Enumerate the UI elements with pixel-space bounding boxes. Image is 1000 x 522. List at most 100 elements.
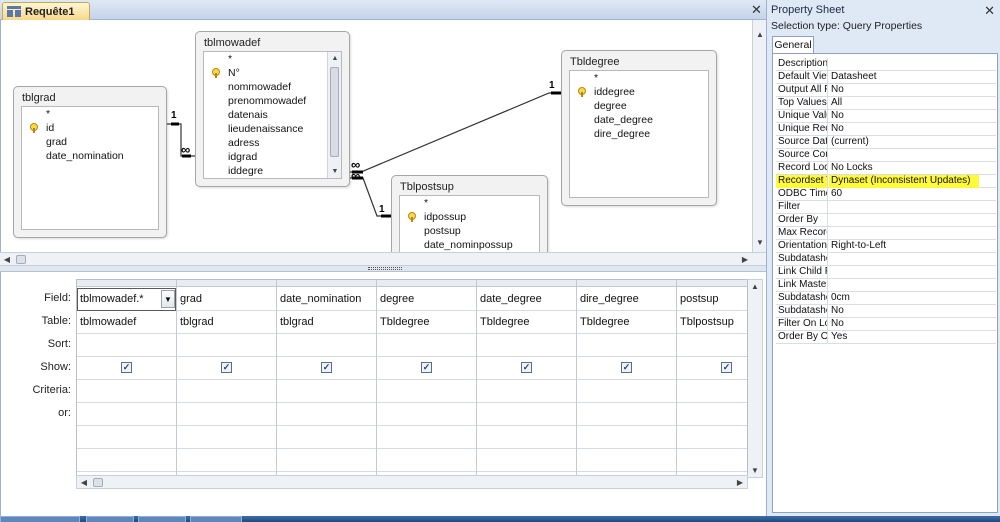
scroll-thumb[interactable] <box>93 478 103 487</box>
scroll-right-arrow-icon[interactable]: ▶ <box>733 476 747 489</box>
field-cell[interactable]: postsup <box>677 288 747 311</box>
taskbar-item[interactable] <box>190 516 242 522</box>
design-grid-pane[interactable]: Field: Table: Sort: Show: Criteria: or: … <box>0 272 766 516</box>
property-value[interactable]: Dynaset (Inconsistent Updates) <box>829 175 979 188</box>
or-cell[interactable] <box>177 426 276 449</box>
design-vscroll[interactable]: ▲ ▼ <box>752 20 766 252</box>
field-cell[interactable]: date_nomination <box>277 288 376 311</box>
field-item[interactable]: idpossup <box>400 210 539 224</box>
field-item[interactable]: iddegre <box>204 164 341 178</box>
show-checkbox[interactable]: ✓ <box>521 362 532 373</box>
show-checkbox[interactable]: ✓ <box>621 362 632 373</box>
or-cell[interactable] <box>577 403 676 426</box>
field-list-body[interactable]: * iddegree degree date_degree dire_degre… <box>569 70 709 198</box>
table-cell[interactable]: Tblpostsup <box>677 311 747 334</box>
sort-cell[interactable] <box>77 334 176 357</box>
show-cell[interactable]: ✓ <box>477 357 576 380</box>
field-item[interactable]: idgrad <box>204 150 341 164</box>
grid-column[interactable]: postsup Tblpostsup ✓ <box>677 280 747 477</box>
field-item[interactable]: iddegree <box>570 85 708 99</box>
qbe-grid[interactable]: tblmowadef.* ▼ tblmowadef ✓ grad tblgrad … <box>76 279 748 478</box>
or-cell[interactable] <box>677 426 747 449</box>
scroll-down-arrow-icon[interactable]: ▼ <box>748 464 762 477</box>
property-row-link-child-fields[interactable]: Link Child Fields <box>776 266 996 279</box>
criteria-cell[interactable] <box>77 380 176 403</box>
show-checkbox[interactable]: ✓ <box>721 362 732 373</box>
sort-cell[interactable] <box>377 334 476 357</box>
property-value[interactable] <box>829 227 996 240</box>
taskbar-item[interactable] <box>86 516 134 522</box>
chevron-down-icon[interactable]: ▼ <box>161 290 175 308</box>
design-hscroll[interactable]: ◀ ▶ <box>0 252 766 266</box>
sort-cell[interactable] <box>577 334 676 357</box>
property-row-source-database[interactable]: Source Database(current) <box>776 136 996 149</box>
show-cell[interactable]: ✓ <box>77 357 176 380</box>
field-cell[interactable]: tblmowadef.* ▼ <box>77 288 176 311</box>
or-cell[interactable] <box>77 403 176 426</box>
field-item[interactable]: grad <box>22 135 158 149</box>
or-cell[interactable] <box>477 449 576 472</box>
field-item[interactable]: * <box>204 52 341 66</box>
show-checkbox[interactable]: ✓ <box>421 362 432 373</box>
property-row-subdatasheet-expanded[interactable]: Subdatasheet ExpandedNo <box>776 305 996 318</box>
field-cell[interactable]: date_degree <box>477 288 576 311</box>
field-list-tblgrad[interactable]: tblgrad * id grad date_nomination <box>13 86 167 238</box>
field-cell[interactable]: degree <box>377 288 476 311</box>
sort-cell[interactable] <box>277 334 376 357</box>
taskbar-item[interactable] <box>138 516 186 522</box>
field-item[interactable]: dire_degree <box>570 127 708 141</box>
property-value[interactable]: All <box>829 97 996 110</box>
property-row-subdatasheet-height[interactable]: Subdatasheet Height0cm <box>776 292 996 305</box>
property-row-description[interactable]: Description <box>776 58 996 71</box>
close-query-icon[interactable]: ✕ <box>751 3 762 17</box>
or-cell[interactable] <box>377 449 476 472</box>
grid-column[interactable]: date_degree Tbldegree ✓ <box>477 280 577 477</box>
property-value[interactable]: No <box>829 318 996 331</box>
field-item[interactable]: id <box>22 121 158 135</box>
grid-column[interactable]: date_nomination tblgrad ✓ <box>277 280 377 477</box>
tab-general[interactable]: General <box>772 36 814 54</box>
or-cell[interactable] <box>577 426 676 449</box>
or-cell[interactable] <box>677 403 747 426</box>
property-row-default-view[interactable]: Default ViewDatasheet <box>776 71 996 84</box>
or-cell[interactable] <box>277 426 376 449</box>
property-value[interactable]: No <box>829 110 996 123</box>
property-row-record-locks[interactable]: Record LocksNo Locks <box>776 162 996 175</box>
criteria-cell[interactable] <box>477 380 576 403</box>
tab-query1[interactable]: Requête1 <box>2 2 90 20</box>
field-list-tblmowadef[interactable]: tblmowadef * N° nommowadef prenommowadef… <box>195 31 350 187</box>
or-cell[interactable] <box>77 426 176 449</box>
property-row-order-by-on-load[interactable]: Order By On LoadYes <box>776 331 996 344</box>
property-value[interactable]: No <box>829 305 996 318</box>
field-item[interactable]: date_nominpossup <box>400 238 539 252</box>
field-item[interactable]: * <box>400 196 539 210</box>
property-value[interactable] <box>829 201 996 214</box>
scroll-down-arrow-icon[interactable]: ▼ <box>753 236 766 249</box>
property-value[interactable]: No <box>829 123 996 136</box>
show-checkbox[interactable]: ✓ <box>321 362 332 373</box>
criteria-cell[interactable] <box>677 380 747 403</box>
criteria-cell[interactable] <box>377 380 476 403</box>
scroll-thumb[interactable] <box>16 255 26 264</box>
field-cell[interactable]: dire_degree <box>577 288 676 311</box>
show-cell[interactable]: ✓ <box>277 357 376 380</box>
field-item[interactable]: date_degree <box>570 113 708 127</box>
table-cell[interactable]: tblmowadef <box>77 311 176 334</box>
scroll-right-arrow-icon[interactable]: ▶ <box>738 253 752 266</box>
property-row-unique-records[interactable]: Unique RecordsNo <box>776 123 996 136</box>
taskbar-item[interactable] <box>0 516 80 522</box>
property-value[interactable] <box>829 58 996 71</box>
property-value[interactable]: 60 <box>829 188 996 201</box>
field-list-tblpostsup[interactable]: Tblpostsup * idpossup postsup date_nomin… <box>391 175 548 252</box>
property-row-output-all-fields[interactable]: Output All FieldsNo <box>776 84 996 97</box>
or-cell[interactable] <box>377 426 476 449</box>
property-row-orientation[interactable]: Orientation Right-to-Left <box>776 240 996 253</box>
sort-cell[interactable] <box>677 334 747 357</box>
field-item[interactable]: lieudenaissance <box>204 122 341 136</box>
or-cell[interactable] <box>577 449 676 472</box>
grid-vscroll[interactable]: ▲ ▼ <box>748 279 763 478</box>
or-cell[interactable] <box>177 403 276 426</box>
sort-cell[interactable] <box>477 334 576 357</box>
or-cell[interactable] <box>277 403 376 426</box>
property-row-max-records[interactable]: Max Records <box>776 227 996 240</box>
